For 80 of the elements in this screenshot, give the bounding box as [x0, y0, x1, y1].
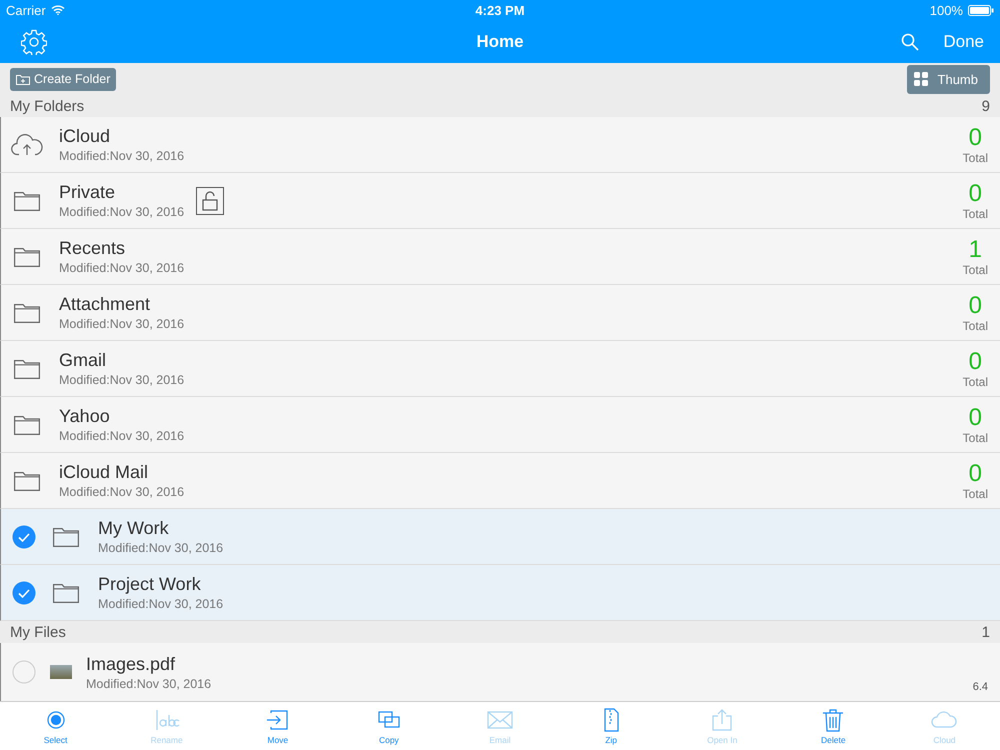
modified-date: Modified:Nov 30, 2016	[59, 149, 184, 163]
item-count: 1	[968, 236, 982, 262]
search-icon[interactable]	[901, 32, 920, 50]
folder-row[interactable]: iCloud Modified:Nov 30, 2016 0 Total	[0, 117, 1000, 173]
modified-date: Modified:Nov 30, 2016	[98, 541, 224, 555]
folder-icon	[14, 470, 40, 490]
new-folder-icon	[16, 74, 30, 84]
section-title: My Files	[10, 624, 66, 640]
modified-date: Modified:Nov 30, 2016	[86, 676, 212, 690]
folder-icon	[53, 582, 79, 602]
item-count: 0	[968, 180, 982, 206]
folder-row[interactable]: Gmail Modified:Nov 30, 2016 0 Total	[0, 341, 1000, 397]
modified-date: Modified:Nov 30, 2016	[59, 429, 184, 443]
page-title: Home	[476, 32, 524, 52]
section-count: 1	[982, 624, 990, 640]
folder-name: My Work	[98, 518, 170, 539]
checked-circle-icon[interactable]	[12, 524, 36, 548]
select-tool-button[interactable]: Select	[16, 702, 96, 750]
folder-name: Gmail	[59, 350, 108, 371]
folder-icon	[14, 358, 40, 378]
folder-name: Attachment	[59, 294, 152, 315]
item-count: 0	[968, 460, 982, 486]
item-count: 0	[968, 348, 982, 374]
folder-name: iCloud Mail	[59, 462, 150, 483]
folder-row[interactable]: iCloud Mail Modified:Nov 30, 2016 0 Total	[0, 453, 1000, 509]
folder-name: Yahoo	[59, 406, 111, 427]
section-title: My Folders	[10, 98, 84, 114]
image-thumbnail	[50, 665, 72, 679]
folder-row[interactable]: Project Work Modified:Nov 30, 2016	[0, 565, 1000, 621]
battery-percent: 100%	[930, 2, 963, 18]
total-label: Total	[962, 430, 988, 444]
item-count: 0	[968, 124, 982, 150]
total-label: Total	[962, 486, 988, 500]
thumb-view-button[interactable]: Thumb	[906, 64, 990, 94]
modified-date: Modified:Nov 30, 2016	[98, 597, 224, 611]
carrier-label: Carrier	[6, 2, 46, 18]
folder-row[interactable]: My Work Modified:Nov 30, 2016	[0, 509, 1000, 565]
total-label: Total	[962, 206, 988, 220]
folder-name: Project Work	[98, 574, 202, 595]
zip-tool-button[interactable]: Zip	[571, 702, 652, 750]
move-tool-button[interactable]: Move	[238, 702, 318, 750]
unlocked-padlock-icon[interactable]	[196, 186, 224, 214]
folder-row[interactable]: Yahoo Modified:Nov 30, 2016 0 Total	[0, 397, 1000, 453]
folder-icon	[14, 246, 40, 266]
settings-icon[interactable]	[21, 28, 47, 54]
modified-date: Modified:Nov 30, 2016	[59, 373, 184, 387]
file-size: 6.4	[972, 681, 988, 693]
folder-row[interactable]: Private Modified:Nov 30, 2016 0 Total	[0, 173, 1000, 229]
folder-name: Private	[59, 182, 116, 203]
total-label: Total	[962, 262, 988, 276]
folder-icon	[14, 190, 40, 210]
grid-icon	[914, 72, 928, 86]
checked-circle-icon[interactable]	[12, 580, 36, 604]
modified-date: Modified:Nov 30, 2016	[59, 317, 184, 331]
item-count: 0	[968, 292, 982, 318]
folder-icon	[53, 526, 79, 546]
folder-icon	[14, 414, 40, 434]
modified-date: Modified:Nov 30, 2016	[59, 261, 184, 275]
text-cursor-icon	[154, 708, 180, 732]
folder-icon	[14, 302, 40, 322]
total-label: Total	[962, 374, 988, 388]
done-button[interactable]: Done	[943, 32, 984, 52]
copy-tool-button[interactable]: Copy	[348, 702, 429, 750]
wifi-icon	[50, 5, 65, 15]
folder-row[interactable]: Attachment Modified:Nov 30, 2016 0 Total	[0, 285, 1000, 341]
folder-name: Recents	[59, 238, 126, 259]
section-count: 9	[982, 98, 990, 114]
cloud-upload-icon	[11, 134, 43, 156]
item-count: 0	[968, 404, 982, 430]
folder-name: iCloud	[59, 126, 112, 147]
create-folder-button[interactable]: Create Folder	[10, 68, 116, 90]
folder-row[interactable]: Recents Modified:Nov 30, 2016 1 Total	[0, 229, 1000, 285]
battery-icon	[968, 4, 994, 16]
modified-date: Modified:Nov 30, 2016	[59, 485, 184, 499]
delete-tool-button[interactable]: Delete	[793, 702, 874, 750]
total-label: Total	[962, 318, 988, 332]
modified-date: Modified:Nov 30, 2016	[59, 205, 184, 219]
clock-time: 4:23 PM	[475, 2, 525, 18]
total-label: Total	[962, 150, 988, 164]
file-name: Images.pdf	[86, 654, 176, 674]
